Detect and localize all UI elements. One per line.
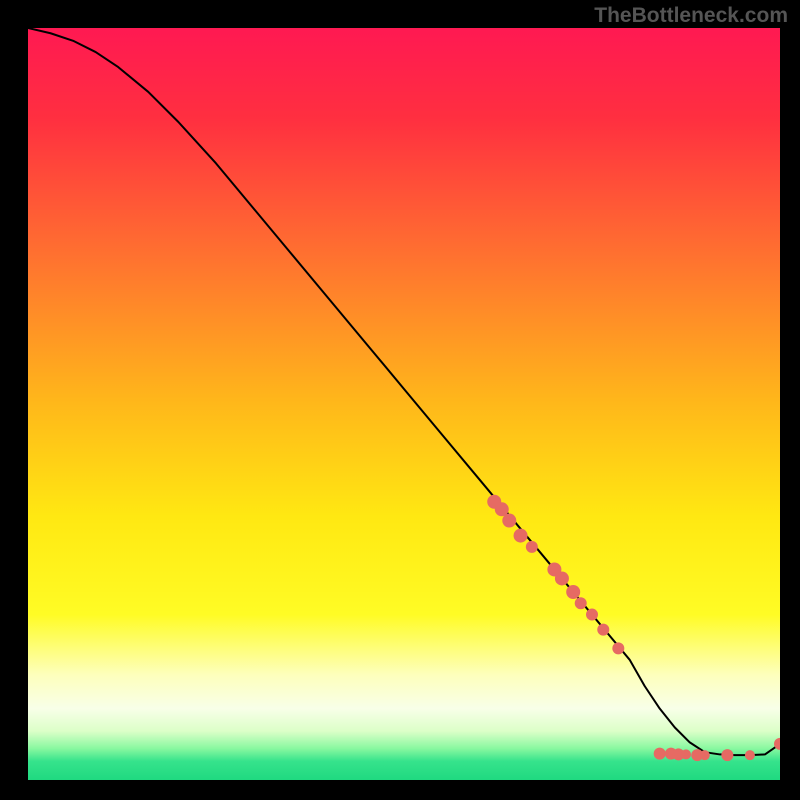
data-marker	[654, 748, 666, 760]
data-marker	[721, 749, 733, 761]
data-marker	[597, 624, 609, 636]
chart-background	[28, 28, 780, 780]
data-marker	[502, 514, 516, 528]
data-marker	[700, 750, 710, 760]
data-marker	[612, 642, 624, 654]
data-marker	[514, 529, 528, 543]
attribution-text: TheBottleneck.com	[594, 4, 788, 28]
data-marker	[745, 750, 755, 760]
chart-plot-area	[28, 28, 780, 780]
data-marker	[586, 609, 598, 621]
data-marker	[681, 749, 691, 759]
data-marker	[526, 541, 538, 553]
data-marker	[575, 597, 587, 609]
data-marker	[566, 585, 580, 599]
data-marker	[555, 571, 569, 585]
bottleneck-chart	[28, 28, 780, 780]
